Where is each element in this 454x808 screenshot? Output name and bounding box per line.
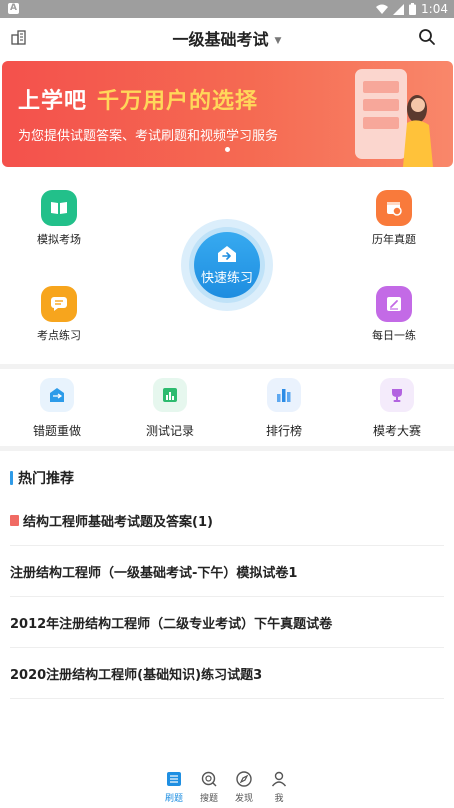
tab-search-questions[interactable]: 搜题 xyxy=(192,771,226,804)
tab-label: 搜题 xyxy=(199,794,218,804)
edit-icon xyxy=(376,286,412,322)
battery-icon xyxy=(409,3,417,15)
leaderboard-entry[interactable]: 排行榜 xyxy=(234,378,334,439)
section-divider xyxy=(0,446,454,451)
banner-slogan: 千万用户的选择 xyxy=(97,89,259,114)
signal-icon xyxy=(393,3,405,15)
past-papers-entry[interactable]: 历年真题 xyxy=(354,190,434,247)
test-records-entry[interactable]: 测试记录 xyxy=(120,378,220,439)
tab-me[interactable]: 我 xyxy=(262,771,296,804)
topic-practice-entry[interactable]: 考点练习 xyxy=(19,286,99,343)
retry-icon xyxy=(40,378,74,412)
tab-label: 刷题 xyxy=(164,794,183,804)
list-icon xyxy=(166,771,182,787)
chat-icon xyxy=(41,286,77,322)
exam-selector[interactable]: 一级基础考试 ▼ xyxy=(0,26,454,50)
item-title: 2020注册结构工程师(基础知识)练习试题3 xyxy=(10,667,263,683)
quick-practice-label: 快速练习 xyxy=(200,270,253,286)
search-icon[interactable] xyxy=(418,28,436,46)
search-question-icon xyxy=(201,771,217,787)
house-arrow-icon xyxy=(218,245,236,262)
item-title: 2012年注册结构工程师（二级专业考试）下午真题试卷 xyxy=(10,616,333,632)
bookmark-icon xyxy=(10,514,19,526)
hot-heading: 热门推荐 xyxy=(18,471,74,487)
status-bar: A 1:04 xyxy=(0,0,454,18)
topic-practice-label: 考点练习 xyxy=(37,329,81,342)
tools-row: 错题重做 测试记录 排行榜 模考大赛 xyxy=(0,370,454,444)
quick-practice-button[interactable]: 快速练习 xyxy=(181,219,273,311)
item-title: 注册结构工程师（一级基础考试-下午）模拟试卷1 xyxy=(10,565,298,581)
tab-label: 我 xyxy=(274,794,284,804)
mock-exam-label: 模拟考场 xyxy=(37,233,81,246)
status-icons: 1:04 xyxy=(376,2,448,16)
carousel-indicator xyxy=(225,147,230,152)
past-papers-label: 历年真题 xyxy=(372,233,416,246)
list-item[interactable]: 注册结构工程师（一级基础考试-下午）模拟试卷1 xyxy=(10,546,444,597)
chevron-down-icon: ▼ xyxy=(274,35,282,46)
chart-record-icon xyxy=(153,378,187,412)
book-icon xyxy=(41,190,77,226)
banner-headline: 上学吧 千万用户的选择 xyxy=(18,83,258,115)
status-time: 1:04 xyxy=(421,2,448,16)
section-divider xyxy=(0,364,454,369)
tab-discover[interactable]: 发现 xyxy=(227,771,261,804)
wrong-questions-entry[interactable]: 错题重做 xyxy=(7,378,107,439)
promo-banner[interactable]: 上学吧 千万用户的选择 为您提供试题答案、考试刷题和视频学习服务 xyxy=(2,61,453,167)
top-bar: 一级基础考试 ▼ xyxy=(0,18,454,56)
bottom-tab-bar: 刷题 搜题 发现 我 xyxy=(0,762,454,808)
tab-label: 发现 xyxy=(234,794,253,804)
mock-exam-entry[interactable]: 模拟考场 xyxy=(19,190,99,247)
test-records-label: 测试记录 xyxy=(145,424,194,438)
calendar-clock-icon xyxy=(376,190,412,226)
compass-icon xyxy=(236,771,252,787)
list-item[interactable]: 2012年注册结构工程师（二级专业考试）下午真题试卷 xyxy=(10,597,444,648)
mock-contest-label: 模考大赛 xyxy=(372,424,421,438)
daily-practice-label: 每日一练 xyxy=(372,329,416,342)
banner-brand: 上学吧 xyxy=(18,89,88,114)
section-heading: 热门推荐 xyxy=(10,468,74,488)
tab-practice[interactable]: 刷题 xyxy=(157,771,191,804)
daily-practice-entry[interactable]: 每日一练 xyxy=(354,286,434,343)
page-title: 一级基础考试 xyxy=(172,30,269,49)
banner-subtitle: 为您提供试题答案、考试刷题和视频学习服务 xyxy=(18,129,279,144)
list-item[interactable]: 2020注册结构工程师(基础知识)练习试题3 xyxy=(10,648,444,699)
bar-chart-icon xyxy=(267,378,301,412)
person-icon xyxy=(271,771,287,787)
leaderboard-label: 排行榜 xyxy=(265,424,302,438)
item-title: 结构工程师基础考试题及答案(1) xyxy=(23,514,213,530)
banner-illustration xyxy=(355,69,433,167)
app-notification-icon: A xyxy=(8,3,19,14)
wrong-questions-label: 错题重做 xyxy=(32,424,81,438)
list-item[interactable]: 结构工程师基础考试题及答案(1) xyxy=(10,495,444,546)
wifi-icon xyxy=(376,4,389,14)
trophy-icon xyxy=(380,378,414,412)
mock-contest-entry[interactable]: 模考大赛 xyxy=(347,378,447,439)
